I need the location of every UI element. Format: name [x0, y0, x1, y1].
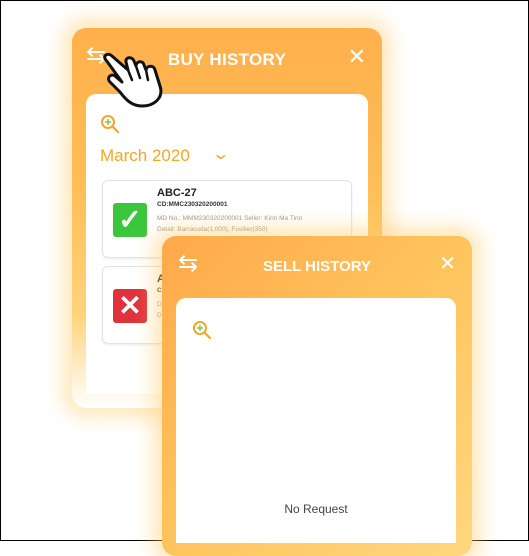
cross-icon: ✕ — [113, 289, 147, 323]
month-selector[interactable]: March 2020 — [100, 146, 190, 166]
close-icon[interactable]: ✕ — [439, 254, 456, 274]
search-icon[interactable] — [100, 114, 120, 134]
pointing-hand-icon — [103, 52, 163, 108]
empty-state-text: No Request — [284, 502, 348, 516]
item-detail: Detail: Barracuda(1,000), Fusilier(350) — [157, 226, 268, 233]
check-icon: ✓ — [113, 203, 147, 237]
sell-history-screen: ⇆ SELL HISTORY ✕ No Request — [162, 236, 472, 556]
sell-history-title: SELL HISTORY — [262, 258, 372, 275]
search-icon[interactable] — [192, 320, 212, 340]
item-md-seller: MD No.: MMM230320200001 Seller: Kinn Ma … — [157, 215, 303, 222]
item-title: ABC-27 — [157, 187, 197, 199]
sell-history-panel: No Request — [176, 298, 456, 543]
chevron-down-icon[interactable]: ⌄ — [211, 144, 230, 164]
item-cd: CD:MMC230320200001 — [157, 201, 228, 208]
close-icon[interactable]: ✕ — [348, 46, 366, 68]
